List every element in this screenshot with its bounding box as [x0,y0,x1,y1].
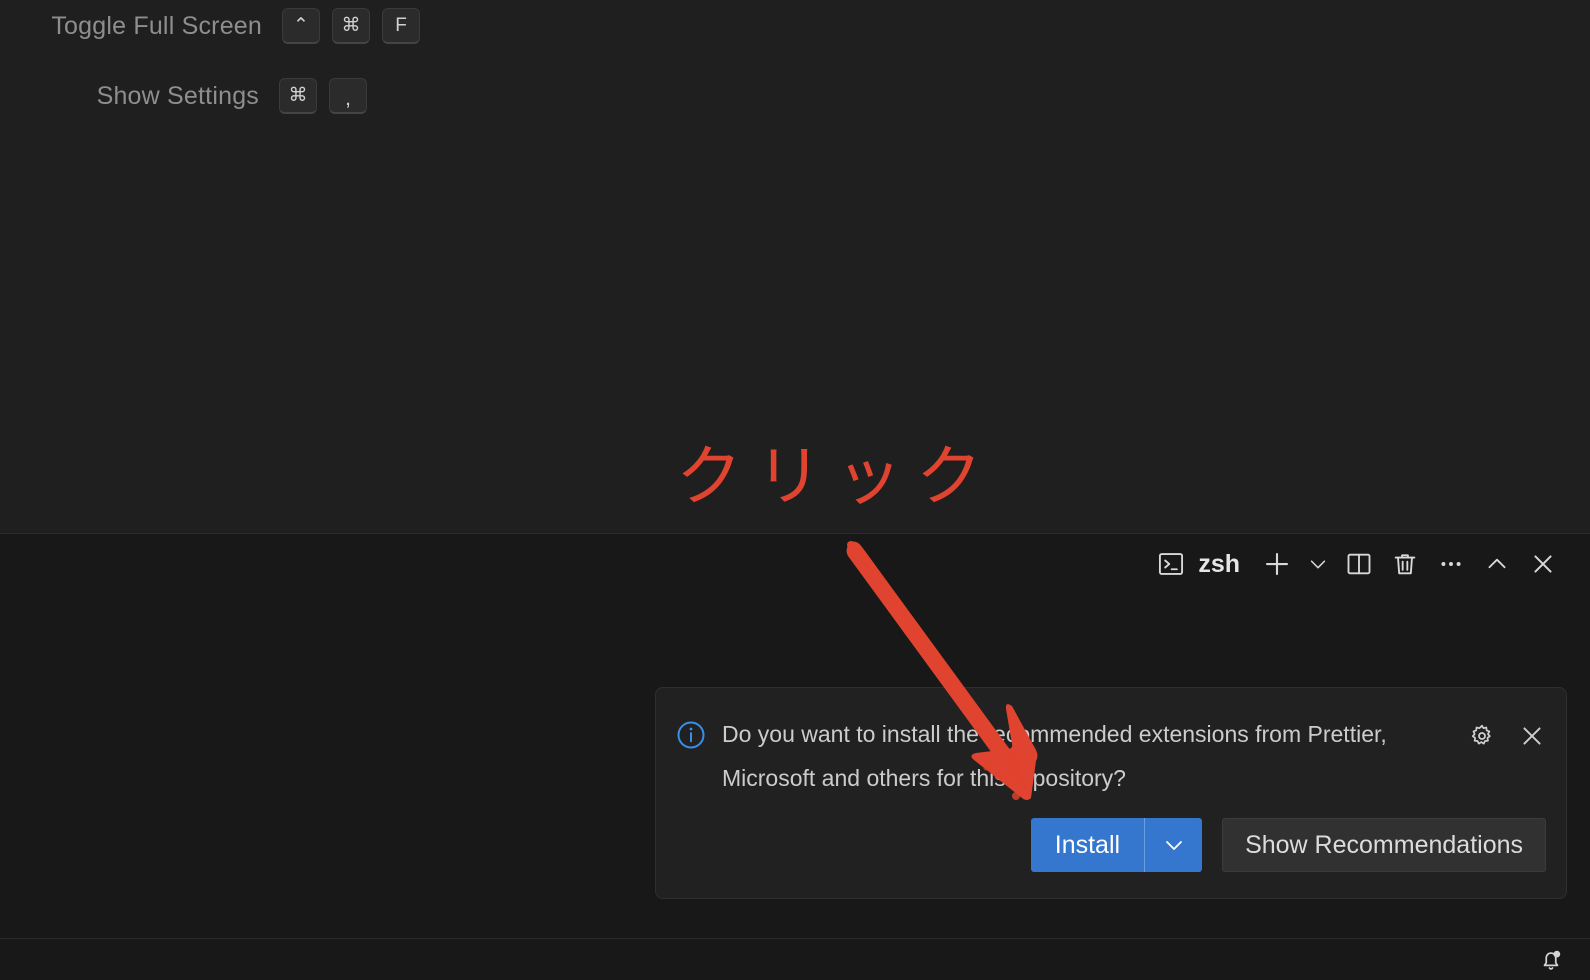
install-dropdown-button[interactable] [1144,818,1202,872]
install-button[interactable]: Install [1031,818,1144,872]
new-terminal-button[interactable] [1254,544,1300,584]
terminal-toolbar: zsh [1148,535,1590,593]
info-icon [676,720,706,750]
key-chip-comma: , [329,78,367,114]
editor-region: Toggle Full Screen ⌃ ⌘ F Show Settings ⌘… [0,0,1590,534]
keybinding-label-toggle-full-screen: Toggle Full Screen [51,11,262,40]
split-terminal-button[interactable] [1336,544,1382,584]
keybinding-row-show-settings: Show Settings ⌘ , [0,78,367,114]
key-chip-command-2: ⌘ [279,78,317,114]
panel-close-button[interactable] [1520,544,1566,584]
key-chip-f: F [382,8,420,44]
terminal-icon [1148,544,1194,584]
vscode-window: Toggle Full Screen ⌃ ⌘ F Show Settings ⌘… [0,0,1590,980]
install-button-group: Install [1030,818,1203,872]
notification-toast: Do you want to install the recommended e… [655,687,1567,899]
terminal-shell-label[interactable]: zsh [1198,550,1240,579]
notification-actions: Install Show Recommendations [1030,818,1546,872]
bell-dot-icon[interactable] [1538,947,1564,973]
notification-header-actions [1468,722,1546,750]
show-recommendations-button[interactable]: Show Recommendations [1222,818,1546,872]
panel-maximize-button[interactable] [1474,544,1520,584]
keybinding-label-show-settings: Show Settings [96,81,259,110]
key-chip-control: ⌃ [282,8,320,44]
notification-header: Do you want to install the recommended e… [656,688,1566,800]
terminal-profile-dropdown[interactable] [1300,544,1336,584]
annotation-click-text: クリック [676,438,996,515]
keybinding-row-toggle-full-screen: Toggle Full Screen ⌃ ⌘ F [0,8,420,44]
notification-message: Do you want to install the recommended e… [722,721,1387,791]
terminal-more-actions-button[interactable] [1428,544,1474,584]
gear-icon[interactable] [1468,722,1496,750]
close-icon[interactable] [1518,722,1546,750]
key-chip-command: ⌘ [332,8,370,44]
kill-terminal-button[interactable] [1382,544,1428,584]
status-bar [0,938,1590,980]
